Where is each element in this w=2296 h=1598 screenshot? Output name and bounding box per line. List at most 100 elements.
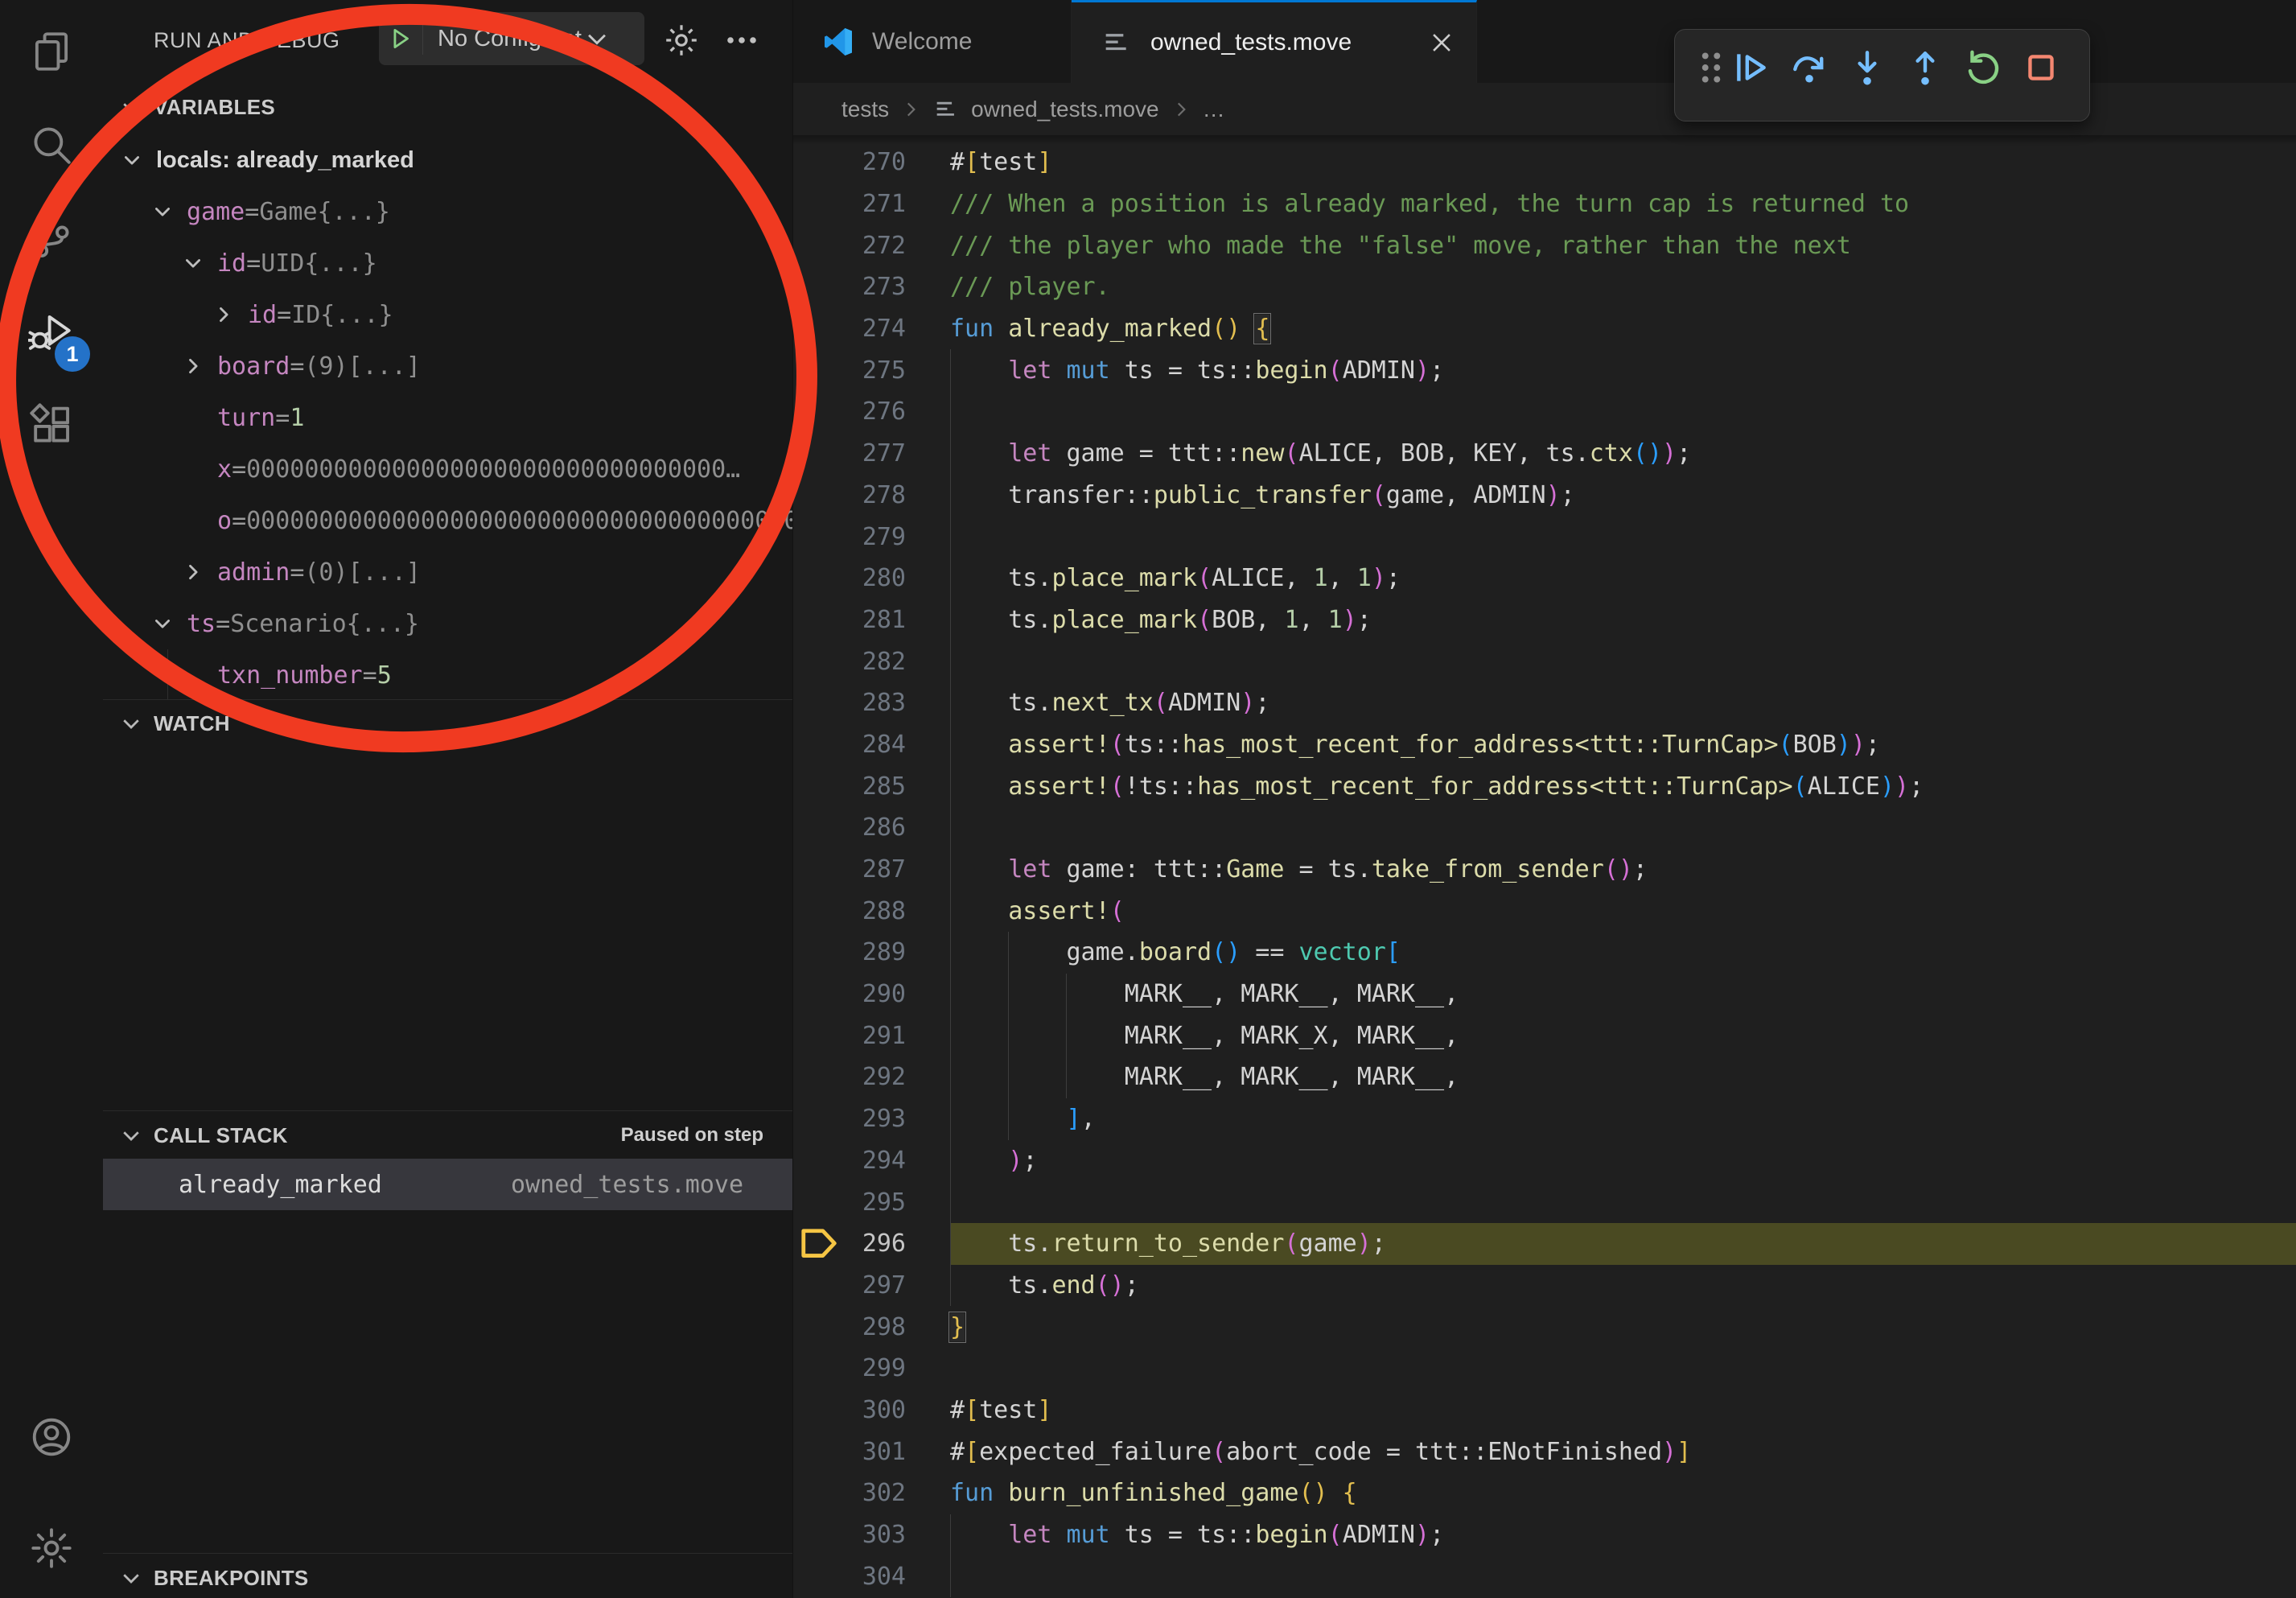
gutter[interactable]: 274 (793, 308, 950, 350)
line-number[interactable]: 290 (862, 980, 906, 1008)
gutter[interactable]: 303 (793, 1514, 950, 1556)
activity-search[interactable] (0, 100, 103, 190)
code-line-272[interactable]: 272/// the player who made the "false" m… (793, 224, 2296, 266)
code-line-277[interactable]: 277 let game = ttt::new(ALICE, BOB, KEY,… (793, 433, 2296, 475)
gutter[interactable]: 294 (793, 1140, 950, 1182)
line-number[interactable]: 287 (862, 855, 906, 883)
breadcrumb-folder[interactable]: tests (841, 97, 889, 122)
line-number[interactable]: 298 (862, 1313, 906, 1341)
code-line-294[interactable]: 294 ); (793, 1140, 2296, 1182)
code-line-299[interactable]: 299 (793, 1348, 2296, 1390)
line-content[interactable] (950, 516, 2296, 558)
gutter[interactable]: 291 (793, 1015, 950, 1056)
line-content[interactable]: ts.next_tx(ADMIN); (950, 682, 2296, 724)
code-line-287[interactable]: 287 let game: ttt::Game = ts.take_from_s… (793, 849, 2296, 891)
gutter[interactable]: 289 (793, 932, 950, 974)
debug-step-into-button[interactable] (1847, 47, 1900, 104)
code-line-283[interactable]: 283 ts.next_tx(ADMIN); (793, 682, 2296, 724)
line-content[interactable]: MARK__, MARK_X, MARK__, (950, 1015, 2296, 1056)
line-number[interactable]: 291 (862, 1022, 906, 1050)
chevron-down-icon[interactable] (182, 252, 204, 274)
line-content[interactable] (950, 1555, 2296, 1597)
code-editor[interactable]: 270#[test]271/// When a position is alre… (793, 135, 2296, 1597)
line-number[interactable]: 292 (862, 1063, 906, 1091)
activity-source-control[interactable] (0, 193, 103, 283)
line-content[interactable]: ts.place_mark(ALICE, 1, 1); (950, 558, 2296, 599)
line-content[interactable]: ts.end(); (950, 1265, 2296, 1307)
line-number[interactable]: 279 (862, 523, 906, 551)
code-line-284[interactable]: 284 assert!(ts::has_most_recent_for_addr… (793, 724, 2296, 766)
activity-settings[interactable] (0, 1503, 103, 1593)
code-line-273[interactable]: 273/// player. (793, 266, 2296, 308)
line-content[interactable]: ts.return_to_sender(game); (950, 1223, 2296, 1265)
gutter[interactable]: 280 (793, 558, 950, 599)
call-stack-frame[interactable]: already_marked owned_tests.move (103, 1159, 792, 1210)
debug-stop-button[interactable] (2021, 47, 2074, 104)
variable-row[interactable]: x = 000000000000000000000000000000000… (103, 443, 793, 495)
line-content[interactable] (950, 640, 2296, 682)
line-content[interactable]: let game: ttt::Game = ts.take_from_sende… (950, 849, 2296, 891)
gutter[interactable]: 293 (793, 1098, 950, 1140)
gutter[interactable]: 299 (793, 1348, 950, 1390)
code-line-276[interactable]: 276 (793, 391, 2296, 433)
breadcrumb-symbol[interactable]: … (1203, 97, 1225, 122)
breakpoints-section-header[interactable]: BREAKPOINTS (103, 1555, 792, 1598)
line-number[interactable]: 304 (862, 1563, 906, 1591)
line-number[interactable]: 270 (862, 148, 906, 176)
code-line-301[interactable]: 301 #[expected_failure(abort_code = ttt::… (793, 1431, 2296, 1472)
gutter[interactable]: 278 (793, 475, 950, 517)
line-number[interactable]: 271 (862, 190, 906, 218)
toolbar-drag-grip[interactable] (1691, 47, 1726, 104)
line-content[interactable] (950, 391, 2296, 433)
line-number[interactable]: 288 (862, 897, 906, 925)
close-tab-icon[interactable] (1428, 29, 1455, 56)
tab-welcome[interactable]: Welcome (793, 0, 1072, 83)
code-line-290[interactable]: 290 MARK__, MARK__, MARK__, (793, 974, 2296, 1015)
line-number[interactable]: 302 (862, 1479, 906, 1507)
gutter[interactable]: 270 (793, 142, 950, 183)
gutter[interactable]: 298 (793, 1306, 950, 1348)
variable-row[interactable]: id = ID{...} (103, 289, 793, 340)
line-content[interactable]: } (950, 1306, 2296, 1348)
line-content[interactable]: assert!( (950, 890, 2296, 932)
line-number[interactable]: 296 (862, 1229, 906, 1258)
line-number[interactable]: 284 (862, 731, 906, 759)
variable-row[interactable]: o = 000000000000000000000000000000000000… (103, 495, 793, 546)
line-content[interactable]: assert!(ts::has_most_recent_for_address<… (950, 724, 2296, 766)
code-line-292[interactable]: 292 MARK__, MARK__, MARK__, (793, 1056, 2296, 1098)
code-line-293[interactable]: 293 ], (793, 1098, 2296, 1140)
line-number[interactable]: 293 (862, 1105, 906, 1133)
gutter[interactable]: 292 (793, 1056, 950, 1098)
line-content[interactable] (950, 1348, 2296, 1390)
line-number[interactable]: 274 (862, 315, 906, 343)
line-number[interactable]: 273 (862, 273, 906, 301)
variable-row[interactable]: txn_number = 5 (103, 649, 793, 701)
line-content[interactable]: let mut ts = ts::begin(ADMIN); (950, 349, 2296, 391)
line-number[interactable]: 301 (862, 1438, 906, 1466)
line-content[interactable]: #[expected_failure(abort_code = ttt::ENo… (950, 1431, 2296, 1472)
line-content[interactable]: ); (950, 1140, 2296, 1182)
gutter[interactable]: 287 (793, 849, 950, 891)
chevron-down-icon[interactable] (151, 612, 174, 635)
gutter[interactable]: 283 (793, 682, 950, 724)
chevron-down-icon[interactable] (121, 149, 143, 171)
line-number[interactable]: 299 (862, 1354, 906, 1382)
gutter[interactable]: 304 (793, 1555, 950, 1597)
activity-extensions[interactable] (0, 380, 103, 470)
gutter[interactable]: 295 (793, 1181, 950, 1223)
code-line-291[interactable]: 291 MARK__, MARK_X, MARK__, (793, 1015, 2296, 1056)
line-number[interactable]: 285 (862, 772, 906, 801)
line-number[interactable]: 286 (862, 813, 906, 842)
code-line-288[interactable]: 288 assert!( (793, 890, 2296, 932)
code-line-302[interactable]: 302fun burn_unfinished_game() { (793, 1472, 2296, 1514)
line-content[interactable]: #[test] (950, 142, 2296, 183)
line-number[interactable]: 289 (862, 938, 906, 966)
chevron-down-icon[interactable] (151, 200, 174, 223)
line-content[interactable]: /// the player who made the "false" move… (950, 224, 2296, 266)
code-line-278[interactable]: 278 transfer::public_transfer(game, ADMI… (793, 475, 2296, 517)
debug-step-over-button[interactable] (1789, 47, 1842, 104)
line-content[interactable]: MARK__, MARK__, MARK__, (950, 1056, 2296, 1098)
chevron-right-icon[interactable] (212, 303, 235, 326)
line-content[interactable]: #[test] (950, 1390, 2296, 1431)
code-line-303[interactable]: 303 let mut ts = ts::begin(ADMIN); (793, 1514, 2296, 1556)
